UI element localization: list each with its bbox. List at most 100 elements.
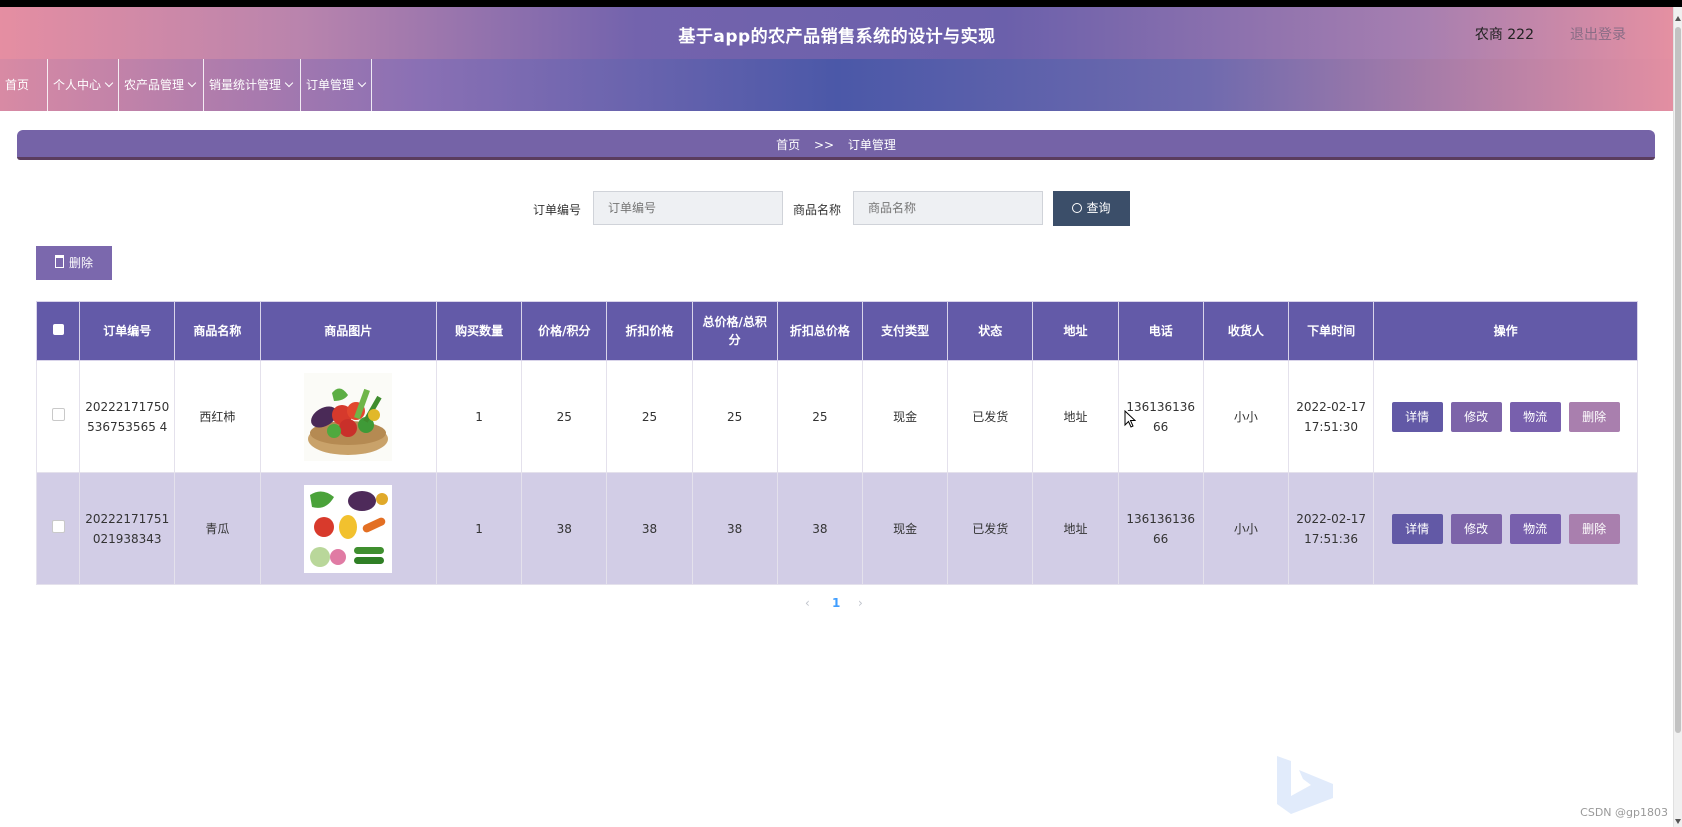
nav-personal-center[interactable]: 个人中心: [48, 59, 119, 111]
order-time-cell: 2022-02-17 17:51:36: [1287, 472, 1375, 585]
column-header: 收货人: [1202, 301, 1290, 361]
detail-button[interactable]: 详情: [1391, 401, 1443, 432]
chevron-down-icon: [104, 78, 114, 88]
detail-button[interactable]: 详情: [1391, 513, 1443, 544]
column-header: 购买数量: [435, 301, 523, 361]
batch-delete-button[interactable]: 删除: [36, 246, 112, 280]
table-header-row: 订单编号 商品名称 商品图片 购买数量 价格/积分 折扣价格 总价格/总积分 折…: [35, 301, 1638, 361]
page-number[interactable]: 1: [832, 596, 840, 610]
row-checkbox[interactable]: [51, 407, 65, 421]
scrollbar-thumb[interactable]: [1675, 27, 1681, 733]
table-row: 20222171751021938343 青瓜 1 38 38 38 38 现金…: [35, 472, 1638, 585]
bing-logo-icon: [1277, 756, 1333, 814]
status-cell: 已发货: [947, 360, 1034, 473]
app-title: 基于app的农产品销售系统的设计与实现: [678, 27, 996, 47]
row-select-cell[interactable]: [35, 360, 81, 473]
column-header: 操作: [1373, 301, 1638, 361]
column-header: 支付类型: [861, 301, 949, 361]
next-page-icon[interactable]: ›: [858, 596, 863, 610]
product-name-label: 商品名称: [793, 203, 842, 217]
qty-cell: 1: [435, 472, 523, 585]
discount-total-cell: 25: [776, 360, 863, 473]
delete-button[interactable]: 删除: [1568, 401, 1620, 432]
vertical-scrollbar[interactable]: [1673, 7, 1682, 827]
product-name-cell: 西红柿: [174, 360, 261, 473]
product-name-cell: 青瓜: [174, 472, 261, 585]
column-header: 折扣总价格: [776, 301, 863, 361]
column-header: 电话: [1117, 301, 1204, 361]
nav-order-management-label: 订单管理: [306, 78, 355, 92]
qty-cell: 1: [435, 360, 523, 473]
nav-sales-stats-label: 销量统计管理: [209, 78, 282, 92]
column-header: 商品名称: [174, 301, 261, 361]
scroll-down-icon[interactable]: [1675, 819, 1681, 824]
order-no-label: 订单编号: [533, 203, 582, 217]
discount-total-cell: 38: [776, 472, 863, 585]
orders-table: 订单编号 商品名称 商品图片 购买数量 价格/积分 折扣价格 总价格/总积分 折…: [35, 301, 1638, 585]
pagination: ‹ 1 ›: [800, 594, 880, 614]
row-select-cell[interactable]: [35, 472, 81, 585]
nav-home[interactable]: 首页: [0, 59, 48, 111]
column-header: 总价格/总积分: [691, 301, 778, 361]
order-no-input[interactable]: [593, 191, 783, 225]
nav-product-management[interactable]: 农产品管理: [119, 59, 204, 111]
price-cell: 38: [521, 472, 608, 585]
address-cell: 地址: [1032, 360, 1119, 473]
pay-type-cell: 现金: [861, 472, 949, 585]
logout-link[interactable]: 退出登录: [1570, 24, 1626, 44]
breadcrumb-home[interactable]: 首页: [776, 138, 800, 152]
receiver-cell: 小小: [1202, 360, 1290, 473]
product-image: [304, 372, 393, 461]
breadcrumb-separator: >>: [813, 138, 835, 152]
watermark: CSDN @gp1803: [1580, 806, 1668, 819]
delete-button[interactable]: 删除: [1568, 513, 1620, 544]
phone-cell: 13613613666: [1117, 472, 1204, 585]
discount-price-cell: 38: [606, 472, 693, 585]
product-name-input[interactable]: [853, 191, 1043, 225]
logistics-button[interactable]: 物流: [1509, 401, 1561, 432]
nav-sales-stats[interactable]: 销量统计管理: [204, 59, 301, 111]
select-all-cell[interactable]: [35, 301, 81, 361]
nav-personal-center-label: 个人中心: [53, 78, 102, 92]
trash-icon: [54, 255, 64, 268]
total-cell: 25: [691, 360, 778, 473]
top-strip: [0, 0, 1682, 7]
address-cell: 地址: [1032, 472, 1119, 585]
batch-delete-label: 删除: [68, 256, 93, 270]
order-no-cell: 20222171751021938343: [79, 472, 176, 585]
total-cell: 38: [691, 472, 778, 585]
app-header: 基于app的农产品销售系统的设计与实现 农商 222 退出登录: [0, 7, 1674, 59]
select-all-checkbox[interactable]: [52, 324, 64, 335]
chevron-down-icon: [187, 78, 197, 88]
chevron-down-icon: [284, 78, 294, 88]
pay-type-cell: 现金: [861, 360, 949, 473]
nav-product-management-label: 农产品管理: [124, 78, 185, 92]
actions-cell: 详情 修改 物流 删除: [1373, 360, 1638, 473]
column-header: 地址: [1032, 301, 1119, 361]
order-time-cell: 2022-02-17 17:51:30: [1287, 360, 1375, 473]
search-icon: [1072, 203, 1083, 213]
product-image: [304, 484, 393, 573]
scroll-up-icon[interactable]: [1675, 16, 1681, 21]
column-header: 下单时间: [1287, 301, 1375, 361]
user-name: 农商 222: [1474, 27, 1534, 43]
column-header: 订单编号: [79, 301, 176, 361]
column-header: 折扣价格: [606, 301, 693, 361]
logistics-button[interactable]: 物流: [1509, 513, 1561, 544]
edit-button[interactable]: 修改: [1450, 513, 1502, 544]
receiver-cell: 小小: [1202, 472, 1290, 585]
prev-page-icon[interactable]: ‹: [805, 596, 810, 610]
breadcrumb: 首页 >> 订单管理: [17, 130, 1655, 160]
row-checkbox[interactable]: [51, 519, 65, 533]
status-cell: 已发货: [947, 472, 1034, 585]
price-cell: 25: [521, 360, 608, 473]
edit-button[interactable]: 修改: [1450, 401, 1502, 432]
column-header: 价格/积分: [521, 301, 608, 361]
nav-order-management[interactable]: 订单管理: [301, 59, 372, 111]
search-button-label: 查询: [1086, 201, 1111, 215]
product-image-cell: [259, 360, 437, 473]
search-button[interactable]: 查询: [1053, 191, 1130, 226]
actions-cell: 详情 修改 物流 删除: [1373, 472, 1638, 585]
mouse-cursor-icon: [1124, 410, 1136, 428]
nav-home-label: 首页: [5, 78, 30, 92]
